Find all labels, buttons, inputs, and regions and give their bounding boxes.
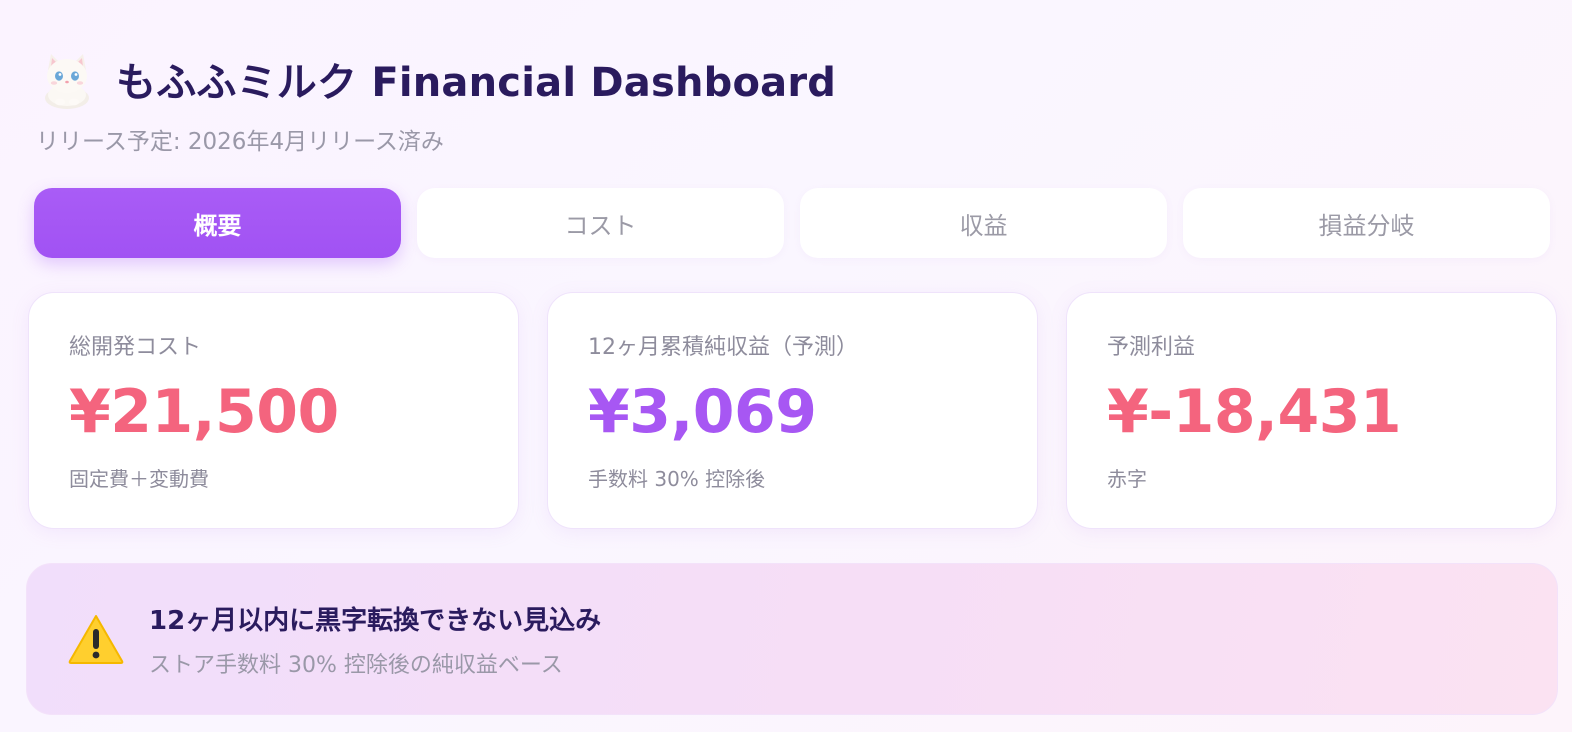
kpi-value: ¥3,069 [588, 377, 817, 447]
kpi-note: 固定費＋変動費 [69, 467, 209, 491]
dashboard-header: もふふミルク Financial Dashboard [36, 48, 836, 110]
tab-cost[interactable]: コスト [417, 188, 784, 258]
kpi-note: 赤字 [1107, 467, 1147, 491]
kpi-label: 予測利益 [1107, 335, 1196, 360]
alert-text: 12ヶ月以内に黒字転換できない見込み ストア手数料 30% 控除後の純収益ベース [149, 600, 601, 679]
tab-breakeven[interactable]: 損益分岐 [1183, 188, 1550, 258]
tab-revenue[interactable]: 収益 [800, 188, 1167, 258]
kpi-value: ¥-18,431 [1107, 377, 1402, 447]
profit-warning-alert: 12ヶ月以内に黒字転換できない見込み ストア手数料 30% 控除後の純収益ベース [26, 563, 1558, 715]
release-status: リリース予定: 2026年4月リリース済み [36, 129, 444, 155]
page-title: もふふミルク Financial Dashboard [116, 60, 837, 106]
kpi-value: ¥21,500 [69, 377, 339, 447]
white-kitten-icon [36, 48, 98, 110]
kpi-label: 総開発コスト [69, 335, 202, 360]
tab-overview[interactable]: 概要 [34, 188, 401, 258]
kpi-card-net-revenue: 12ヶ月累積純収益（予測） ¥3,069 手数料 30% 控除後 [547, 292, 1038, 529]
alert-title: 12ヶ月以内に黒字転換できない見込み [149, 605, 602, 636]
kpi-card-projected-profit: 予測利益 ¥-18,431 赤字 [1066, 292, 1557, 529]
alert-subtitle: ストア手数料 30% 控除後の純収益ベース [149, 652, 563, 678]
kpi-cards: 総開発コスト ¥21,500 固定費＋変動費 12ヶ月累積純収益（予測） ¥3,… [28, 292, 1557, 529]
tab-bar: 概要 コスト 収益 損益分岐 [34, 188, 1550, 258]
kpi-card-total-cost: 総開発コスト ¥21,500 固定費＋変動費 [28, 292, 519, 529]
kpi-label: 12ヶ月累積純収益（予測） [588, 335, 858, 360]
kpi-note: 手数料 30% 控除後 [588, 467, 766, 491]
warning-icon [67, 613, 125, 665]
